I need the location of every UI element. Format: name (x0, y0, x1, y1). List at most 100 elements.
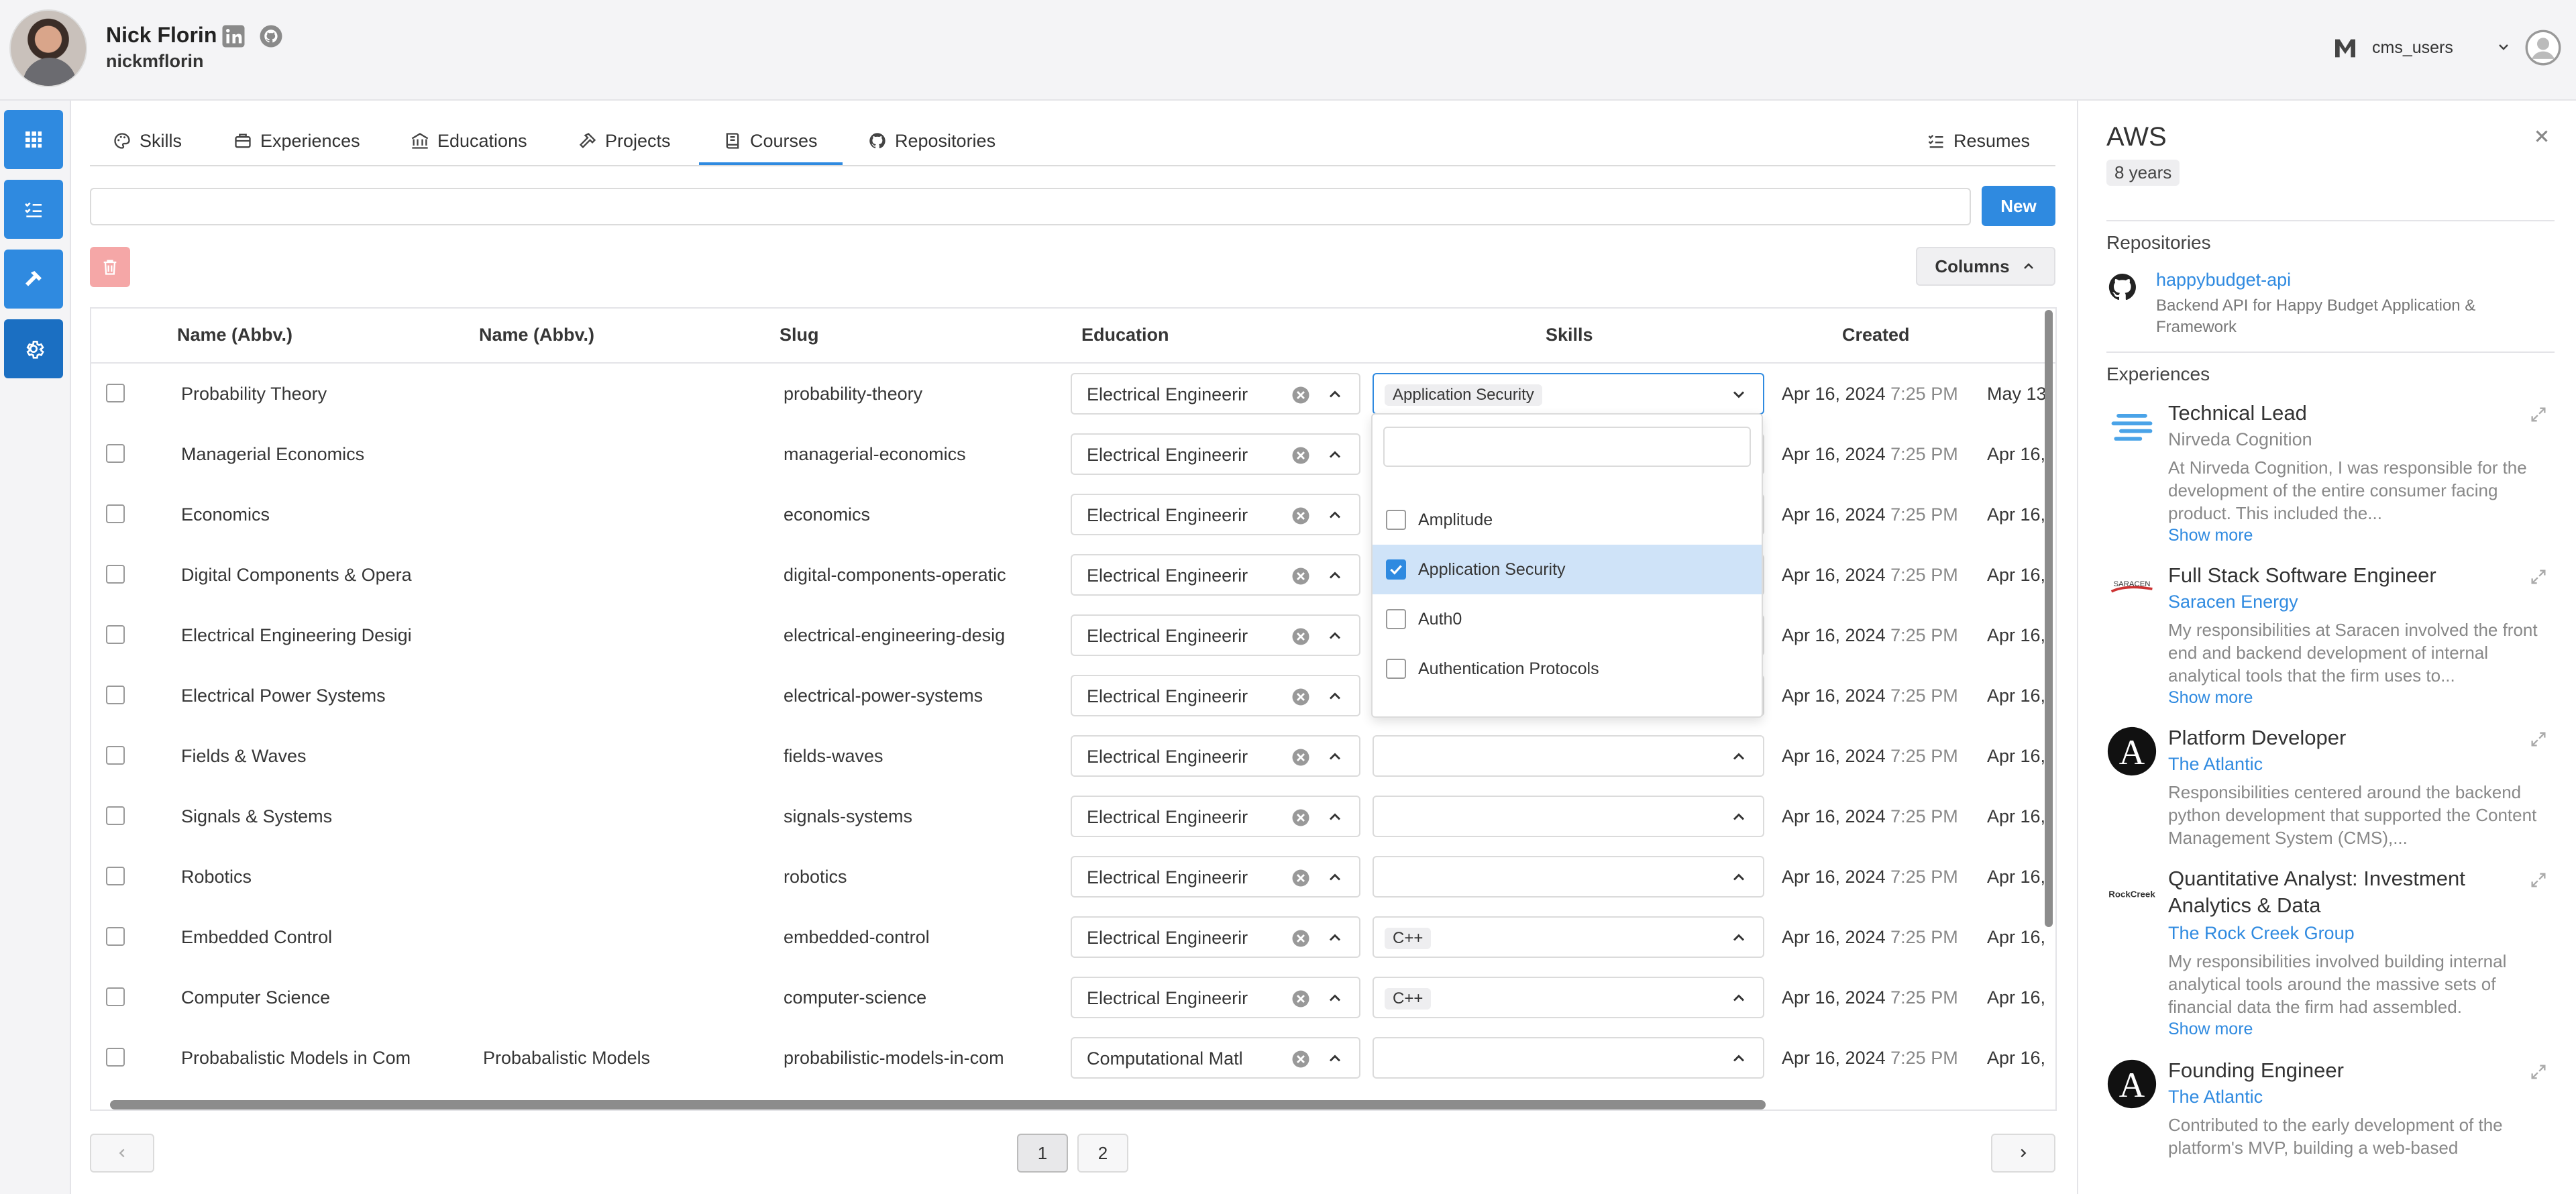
skills-select[interactable] (1373, 735, 1764, 777)
clear-icon[interactable] (1291, 445, 1311, 466)
new-button[interactable]: New (1982, 186, 2055, 226)
clear-icon[interactable] (1291, 928, 1311, 948)
chevron-up-icon[interactable] (1326, 627, 1344, 645)
skills-option[interactable]: Authentication Protocols (1373, 644, 1762, 694)
github-icon[interactable] (259, 24, 283, 48)
row-checkbox[interactable] (106, 1048, 125, 1067)
education-select[interactable]: Electrical Engineerir (1071, 675, 1360, 716)
chevron-up-icon[interactable] (1729, 747, 1748, 766)
show-more-link[interactable]: Show more (2168, 1020, 2253, 1039)
clear-icon[interactable] (1291, 989, 1311, 1009)
col-header-name[interactable]: Name (Abbv.) (177, 325, 292, 345)
education-select[interactable]: Electrical Engineerir (1071, 977, 1360, 1018)
row-checkbox[interactable] (106, 806, 125, 825)
chevron-up-icon[interactable] (1729, 808, 1748, 826)
show-more-link[interactable]: Show more (2168, 688, 2253, 708)
clear-icon[interactable] (1291, 868, 1311, 888)
chevron-up-icon[interactable] (1326, 1049, 1344, 1068)
user-account-icon[interactable] (2525, 30, 2561, 66)
col-header-slug[interactable]: Slug (780, 325, 819, 345)
chevron-up-icon[interactable] (1326, 445, 1344, 464)
expand-icon[interactable] (2529, 871, 2548, 889)
row-checkbox[interactable] (106, 686, 125, 704)
close-icon[interactable] (2532, 126, 2552, 146)
clear-icon[interactable] (1291, 627, 1311, 647)
chevron-down-icon[interactable] (1729, 385, 1748, 404)
row-checkbox[interactable] (106, 987, 125, 1006)
clear-icon[interactable] (1291, 385, 1311, 405)
chevron-up-icon[interactable] (1326, 747, 1344, 766)
tab-projects[interactable]: Projects (578, 115, 671, 166)
row-checkbox[interactable] (106, 565, 125, 584)
option-checkbox[interactable] (1386, 609, 1406, 629)
row-checkbox[interactable] (106, 746, 125, 765)
nav-list-button[interactable] (4, 180, 63, 239)
nav-tools-button[interactable] (4, 250, 63, 309)
skills-option[interactable]: Application Security (1373, 545, 1762, 594)
linkedin-icon[interactable] (221, 24, 246, 48)
col-header-skills[interactable]: Skills (1546, 325, 1593, 345)
chevron-up-icon[interactable] (1326, 566, 1344, 585)
row-checkbox[interactable] (106, 444, 125, 463)
repository-link[interactable]: happybudget-api (2156, 270, 2291, 290)
row-checkbox[interactable] (106, 867, 125, 885)
next-page-button[interactable] (1991, 1134, 2055, 1173)
tab-experiences[interactable]: Experiences (233, 115, 360, 166)
col-header-created[interactable]: Created (1842, 325, 1910, 345)
option-checkbox[interactable] (1386, 659, 1406, 679)
page-1-button[interactable]: 1 (1017, 1134, 1068, 1173)
education-select[interactable]: Electrical Engineerir (1071, 373, 1360, 415)
education-select[interactable]: Electrical Engineerir (1071, 433, 1360, 475)
education-select[interactable]: Electrical Engineerir (1071, 916, 1360, 958)
chevron-up-icon[interactable] (1326, 385, 1344, 404)
expand-icon[interactable] (2529, 1063, 2548, 1081)
workspace-label[interactable]: cms_users (2372, 38, 2453, 58)
nav-settings-button[interactable] (4, 319, 63, 378)
clear-icon[interactable] (1291, 747, 1311, 767)
prev-page-button[interactable] (90, 1134, 154, 1173)
chevron-up-icon[interactable] (1729, 928, 1748, 947)
education-select[interactable]: Electrical Engineerir (1071, 796, 1360, 837)
col-header-abbv[interactable]: Name (Abbv.) (479, 325, 594, 345)
search-input[interactable] (90, 188, 1971, 225)
education-select[interactable]: Electrical Engineerir (1071, 735, 1360, 777)
tab-repositories[interactable]: Repositories (868, 115, 996, 166)
clear-icon[interactable] (1291, 1049, 1311, 1069)
row-checkbox[interactable] (106, 504, 125, 523)
chevron-up-icon[interactable] (1729, 1049, 1748, 1068)
clear-icon[interactable] (1291, 566, 1311, 586)
chevron-up-icon[interactable] (1326, 506, 1344, 525)
tab-skills[interactable]: Skills (113, 115, 182, 166)
education-select[interactable]: Electrical Engineerir (1071, 494, 1360, 535)
columns-button[interactable]: Columns (1916, 247, 2055, 286)
skills-select[interactable]: C++ (1373, 977, 1764, 1018)
tab-courses[interactable]: Courses (723, 115, 818, 166)
skills-option[interactable]: Auth0 (1373, 594, 1762, 644)
chevron-up-icon[interactable] (1326, 868, 1344, 887)
clear-icon[interactable] (1291, 808, 1311, 828)
col-header-education[interactable]: Education (1081, 325, 1169, 345)
chevron-up-icon[interactable] (1326, 928, 1344, 947)
skills-select[interactable] (1373, 856, 1764, 898)
skills-filter-input[interactable] (1383, 427, 1751, 467)
experience-company-link[interactable]: The Atlantic (2168, 1087, 2263, 1107)
skills-select[interactable] (1373, 796, 1764, 837)
chevron-down-icon[interactable] (2496, 39, 2512, 55)
chevron-up-icon[interactable] (1729, 989, 1748, 1008)
nav-dashboard-button[interactable] (4, 110, 63, 169)
experience-company-link[interactable]: The Atlantic (2168, 754, 2263, 775)
option-checkbox[interactable] (1386, 559, 1406, 580)
skills-option[interactable]: Amplitude (1373, 495, 1762, 545)
profile-avatar[interactable] (9, 9, 87, 87)
resumes-link[interactable]: Resumes (1927, 115, 2030, 166)
option-checkbox[interactable] (1386, 510, 1406, 530)
row-checkbox[interactable] (106, 625, 125, 644)
expand-icon[interactable] (2529, 730, 2548, 749)
education-select[interactable]: Computational Matl (1071, 1037, 1360, 1079)
skills-select[interactable]: C++ (1373, 916, 1764, 958)
tab-educations[interactable]: Educations (411, 115, 527, 166)
clear-icon[interactable] (1291, 506, 1311, 526)
expand-icon[interactable] (2529, 567, 2548, 586)
expand-icon[interactable] (2529, 405, 2548, 424)
chevron-up-icon[interactable] (1326, 687, 1344, 706)
